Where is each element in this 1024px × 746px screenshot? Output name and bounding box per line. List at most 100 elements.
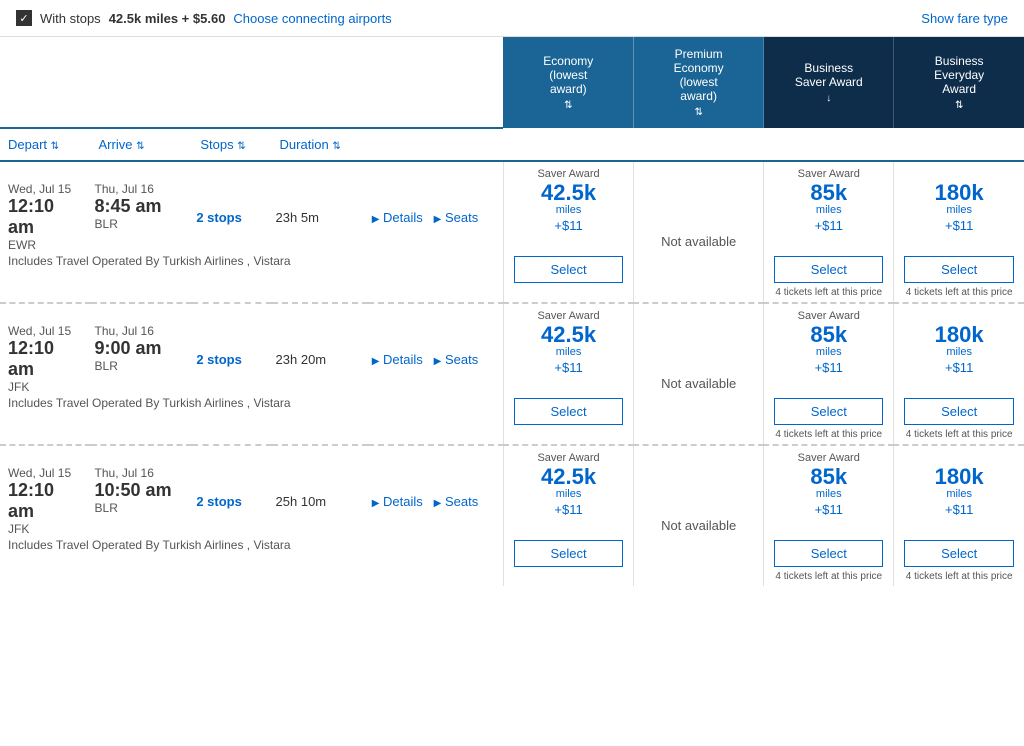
with-stops-checkbox[interactable]: ✓: [16, 10, 32, 26]
depart-cell-1: Wed, Jul 15 12:10 am EWR: [0, 180, 91, 254]
details-link-1[interactable]: Details: [383, 210, 423, 225]
sort-duration[interactable]: Duration ⇅: [272, 128, 368, 161]
details-cell-2: ▶ Details ▶ Seats: [368, 322, 504, 396]
depart-code-2: JFK: [8, 380, 83, 394]
depart-time-3: 12:10 am: [8, 480, 83, 522]
biz-saver-unit-3: miles: [768, 488, 889, 500]
choose-airports-link[interactable]: Choose connecting airports: [233, 11, 391, 26]
arrive-code-2: BLR: [95, 359, 185, 373]
biz-saver-btn-cell-1: Select: [764, 254, 894, 287]
economy-miles-cell-3: 42.5k miles +$11: [503, 464, 633, 538]
arrive-time-1: 8:45 am: [95, 196, 185, 217]
arrive-date-3: Thu, Jul 16: [95, 466, 185, 480]
economy-price-1: +$11: [508, 218, 629, 233]
depart-code-1: EWR: [8, 238, 83, 252]
economy-select-btn-3[interactable]: Select: [514, 540, 623, 567]
biz-saver-select-btn-3[interactable]: Select: [774, 540, 883, 567]
economy-price-2: +$11: [508, 360, 629, 375]
biz-saver-label: BusinessSaver Award: [770, 61, 887, 89]
biz-everyday-tickets-2: 4 tickets left at this price: [894, 429, 1024, 444]
flight-2-btn-row: Includes Travel Operated By Turkish Airl…: [0, 396, 1024, 429]
economy-btn-cell-3: Select: [503, 538, 633, 571]
economy-miles-3: 42.5k: [508, 466, 629, 488]
biz-everyday-btn-cell-1: Select: [894, 254, 1024, 287]
economy-btn-cell-1: Select: [503, 254, 633, 287]
biz-saver-award-label-3: Saver Award: [764, 445, 894, 464]
economy-price-3: +$11: [508, 502, 629, 517]
biz-everyday-price-3: +$11: [898, 502, 1020, 517]
col-biz-saver-header: BusinessSaver Award ↓: [764, 37, 894, 128]
stops-value-1: 2 stops: [196, 210, 242, 225]
miles-price: 42.5k miles + $5.60: [109, 11, 226, 26]
seats-link-1[interactable]: Seats: [445, 210, 478, 225]
seats-arrow-1: ▶: [434, 214, 442, 225]
sort-arrive[interactable]: Arrive ⇅: [91, 128, 193, 161]
flight-row-3: Wed, Jul 15 12:10 am JFK Thu, Jul 16 10:…: [0, 464, 1024, 538]
col-biz-everyday-header: BusinessEverydayAward ⇅: [894, 37, 1024, 128]
economy-select-btn-1[interactable]: Select: [514, 256, 623, 283]
economy-miles-cell-2: 42.5k miles +$11: [503, 322, 633, 396]
biz-everyday-miles-cell-3: 180k miles +$11: [894, 464, 1024, 538]
biz-everyday-price-2: +$11: [898, 360, 1020, 375]
includes-text-2: Includes Travel Operated By Turkish Airl…: [8, 396, 291, 410]
biz-saver-price-2: +$11: [768, 360, 889, 375]
sort-depart[interactable]: Depart ⇅: [0, 128, 91, 161]
economy-btn-cell-2: Select: [503, 396, 633, 429]
biz-everyday-unit-1: miles: [898, 204, 1020, 216]
arrive-code-1: BLR: [95, 217, 185, 231]
show-fare-type-link[interactable]: Show fare type: [921, 11, 1008, 26]
biz-saver-tickets-1: 4 tickets left at this price: [764, 287, 894, 302]
biz-saver-btn-cell-2: Select: [764, 396, 894, 429]
economy-unit-2: miles: [508, 346, 629, 358]
biz-everyday-miles-1: 180k: [898, 182, 1020, 204]
biz-saver-award-label-2: Saver Award: [764, 303, 894, 322]
flight-2-ticket-row: 4 tickets left at this price 4 tickets l…: [0, 429, 1024, 444]
depart-date-1: Wed, Jul 15: [8, 182, 83, 196]
flight-row-2: Wed, Jul 15 12:10 am JFK Thu, Jul 16 9:0…: [0, 322, 1024, 396]
biz-saver-miles-1: 85k: [768, 182, 889, 204]
economy-unit-3: miles: [508, 488, 629, 500]
flight-3-ticket-row: 4 tickets left at this price 4 tickets l…: [0, 571, 1024, 586]
seats-link-2[interactable]: Seats: [445, 352, 478, 367]
biz-everyday-btn-cell-2: Select: [894, 396, 1024, 429]
stops-cell-3: 2 stops: [192, 464, 271, 538]
top-bar: ✓ With stops 42.5k miles + $5.60 Choose …: [0, 0, 1024, 37]
premium-label: PremiumEconomy(lowestaward): [640, 47, 757, 103]
biz-saver-tickets-3: 4 tickets left at this price: [764, 571, 894, 586]
col-premium-header: PremiumEconomy(lowestaward) ⇅: [634, 37, 764, 128]
details-arrow-2: ▶: [372, 356, 380, 367]
sort-stops[interactable]: Stops ⇅: [192, 128, 271, 161]
biz-saver-select-btn-2[interactable]: Select: [774, 398, 883, 425]
arrive-cell-1: Thu, Jul 16 8:45 am BLR: [91, 180, 193, 254]
biz-saver-miles-3: 85k: [768, 466, 889, 488]
depart-code-3: JFK: [8, 522, 83, 536]
biz-saver-btn-cell-3: Select: [764, 538, 894, 571]
biz-everyday-unit-3: miles: [898, 488, 1020, 500]
premium-cell-3: Not available: [634, 464, 764, 586]
arrive-time-3: 10:50 am: [95, 480, 185, 501]
seats-arrow-2: ▶: [434, 356, 442, 367]
biz-everyday-select-btn-3[interactable]: Select: [904, 540, 1014, 567]
seats-link-3[interactable]: Seats: [445, 494, 478, 509]
arrive-date-2: Thu, Jul 16: [95, 324, 185, 338]
biz-everyday-select-btn-1[interactable]: Select: [904, 256, 1014, 283]
arrive-date-1: Thu, Jul 16: [95, 182, 185, 196]
arrive-cell-2: Thu, Jul 16 9:00 am BLR: [91, 322, 193, 396]
premium-cell-2: Not available: [634, 322, 764, 444]
economy-select-btn-2[interactable]: Select: [514, 398, 623, 425]
duration-cell-2: 23h 20m: [272, 322, 368, 396]
duration-value-2: 23h 20m: [276, 352, 327, 367]
depart-date-3: Wed, Jul 15: [8, 466, 83, 480]
biz-saver-select-btn-1[interactable]: Select: [774, 256, 883, 283]
economy-award-label-3: Saver Award: [503, 445, 633, 464]
duration-value-3: 25h 10m: [276, 494, 327, 509]
details-link-3[interactable]: Details: [383, 494, 423, 509]
biz-everyday-tickets-1: 4 tickets left at this price: [894, 287, 1024, 302]
depart-date-2: Wed, Jul 15: [8, 324, 83, 338]
biz-saver-award-label-1: Saver Award: [764, 161, 894, 180]
biz-everyday-unit-2: miles: [898, 346, 1020, 358]
details-link-2[interactable]: Details: [383, 352, 423, 367]
details-arrow-3: ▶: [372, 498, 380, 509]
biz-saver-price-3: +$11: [768, 502, 889, 517]
biz-everyday-select-btn-2[interactable]: Select: [904, 398, 1014, 425]
